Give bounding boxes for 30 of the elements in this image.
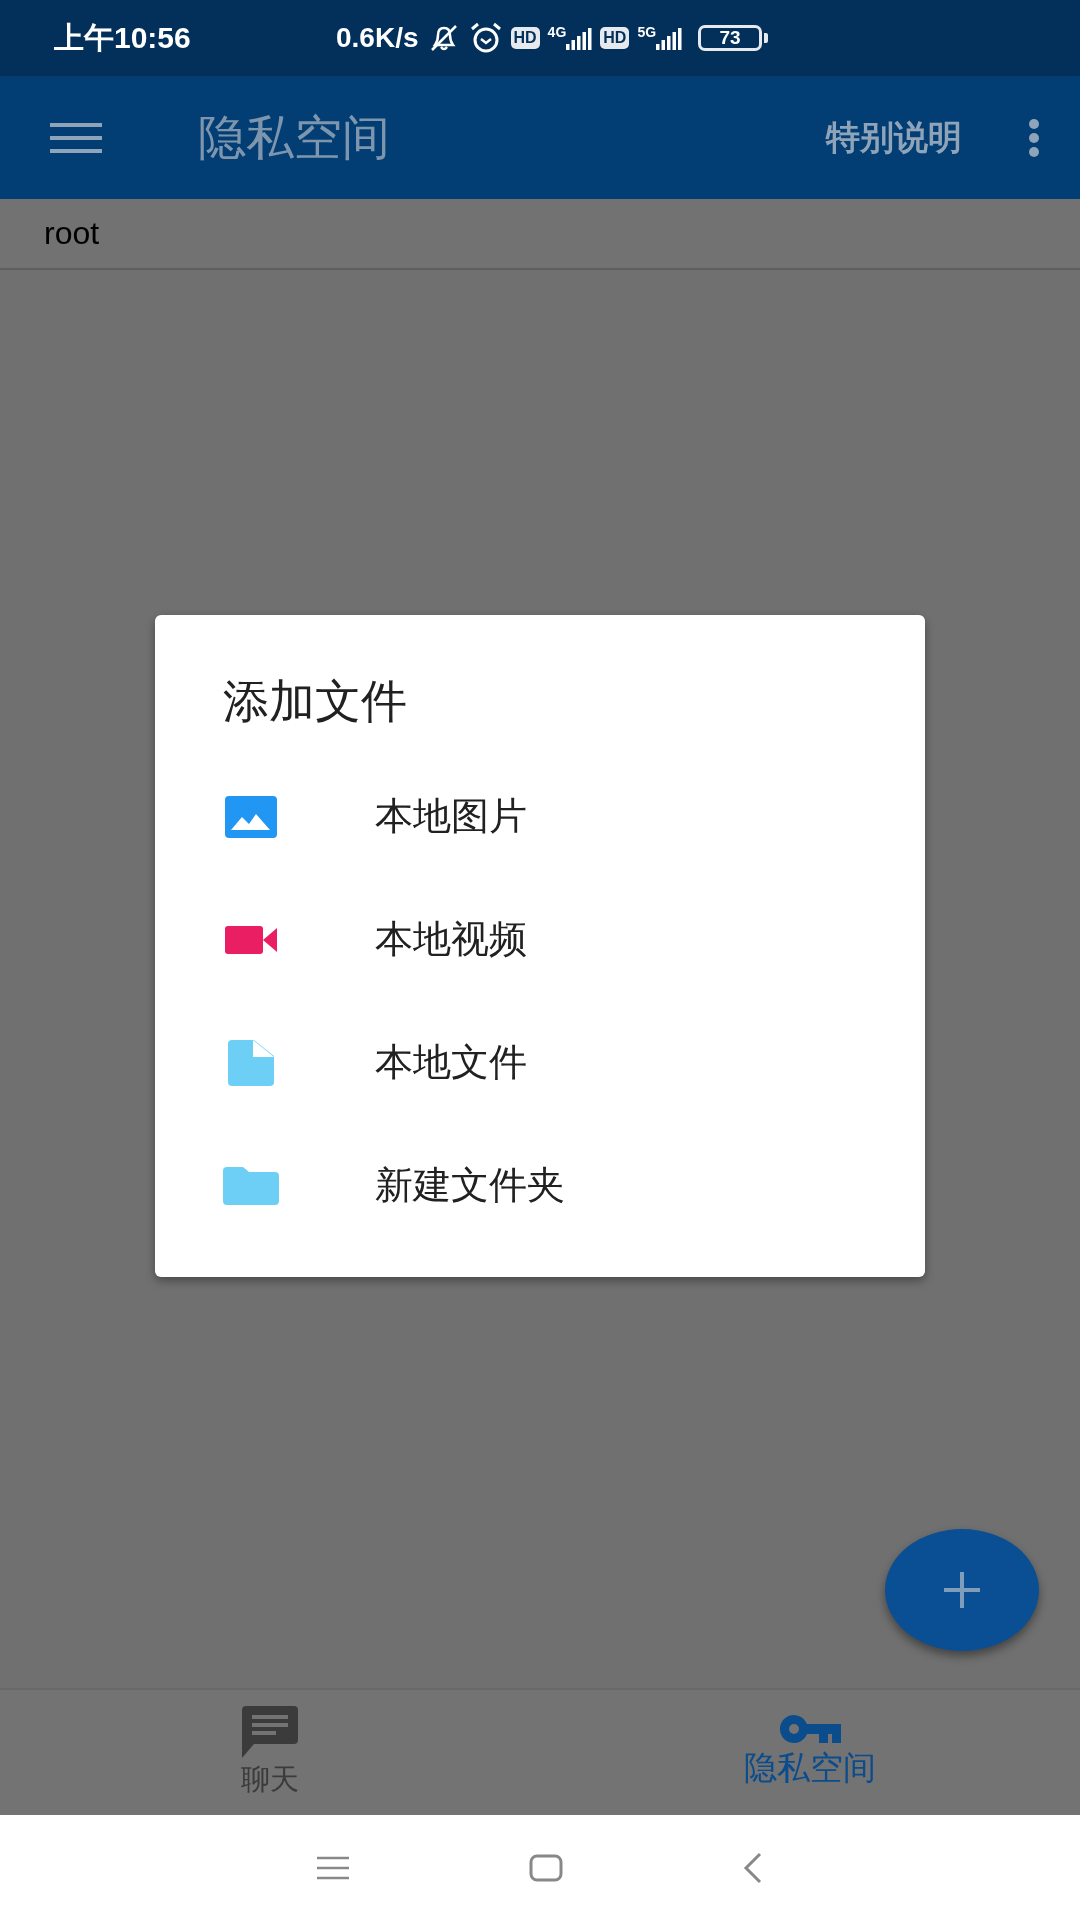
- menu-item[interactable]: 本地文件: [375, 1037, 527, 1088]
- recent-apps-icon[interactable]: [317, 1855, 349, 1880]
- key-icon: [779, 1714, 841, 1744]
- home-icon[interactable]: [529, 1853, 563, 1882]
- back-icon[interactable]: [743, 1851, 763, 1884]
- menu-item[interactable]: 新建文件夹: [375, 1160, 565, 1211]
- menu-item[interactable]: 本地图片: [375, 791, 527, 842]
- signal-icon: [656, 26, 683, 50]
- alarm-clock-icon: [468, 22, 503, 54]
- network-speed: 0.6K/s: [336, 22, 419, 54]
- signal-icon: [566, 26, 593, 50]
- network-type: 5G: [637, 24, 657, 40]
- menu-item[interactable]: 本地视频: [375, 914, 527, 965]
- special-notes-button[interactable]: 特别说明: [826, 114, 962, 161]
- plus-icon: [942, 1570, 982, 1610]
- document-icon: [228, 1039, 274, 1086]
- image-icon: [225, 795, 277, 838]
- hd-badge: HD: [510, 27, 540, 49]
- more-options-icon[interactable]: [1028, 118, 1040, 157]
- hd-badge: HD: [600, 27, 630, 49]
- network-type: 4G: [547, 24, 567, 40]
- battery-icon: 73: [698, 25, 763, 51]
- path-label: root: [44, 215, 100, 252]
- app-title: 隐私空间: [198, 109, 391, 166]
- clock: 上午10:56: [54, 19, 192, 56]
- folder-icon: [223, 1166, 279, 1205]
- dialog-title: 添加文件: [223, 674, 408, 729]
- chat-bubble-icon: [242, 1705, 298, 1758]
- video-camera-icon: [225, 925, 277, 954]
- menu-icon[interactable]: [50, 122, 102, 153]
